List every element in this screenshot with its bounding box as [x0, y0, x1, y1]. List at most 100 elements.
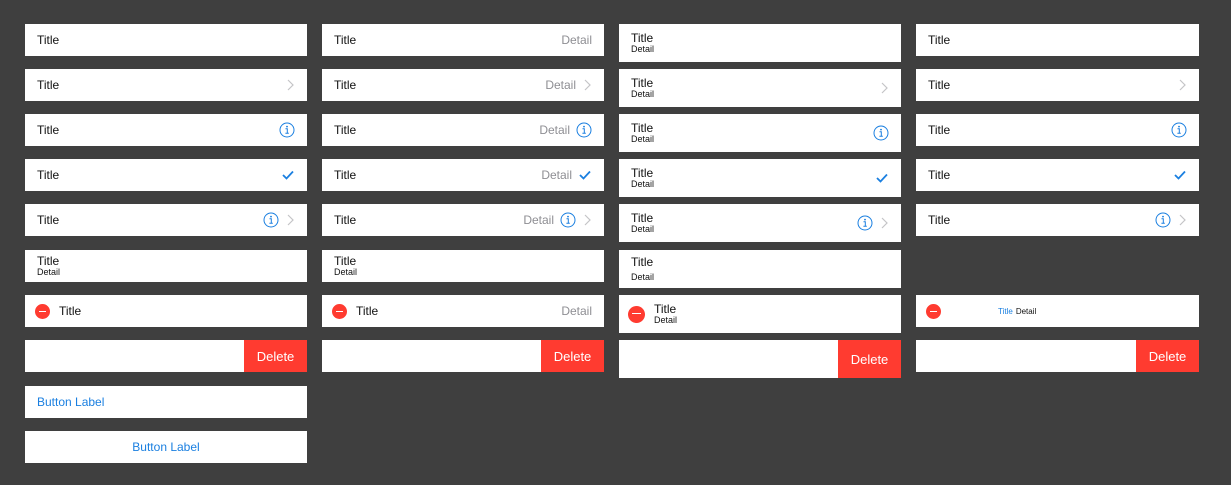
chevron-right-icon [879, 216, 889, 230]
checkmark-icon [1173, 168, 1187, 182]
cell-detail: Detail [561, 304, 592, 318]
checkmark-icon [578, 168, 592, 182]
cell-title: Title [631, 75, 654, 90]
cell-detail: Detail [631, 88, 655, 99]
swipe-delete-cell[interactable]: Delete [916, 340, 1199, 372]
info-icon[interactable] [857, 215, 873, 231]
chevron-right-icon [1177, 213, 1187, 227]
info-icon[interactable] [279, 122, 295, 138]
editing-subtitle-cell[interactable]: Title Detail [619, 295, 901, 333]
cell-title: Title [928, 33, 951, 47]
cell-title: Title [37, 33, 60, 47]
cell-detail: Detail [334, 266, 358, 277]
basic-cell[interactable]: Title [25, 24, 307, 56]
subtitle-cell[interactable]: Title Detail [619, 250, 901, 288]
delete-button[interactable]: Delete [1136, 340, 1199, 372]
delete-control-icon[interactable] [35, 303, 50, 319]
cell-title: Title [356, 304, 379, 318]
right-detail-cell-checkmark[interactable]: Title Detail [322, 159, 604, 191]
cell-text-stack: Title Detail [37, 255, 60, 277]
right-detail-cell-disclosure[interactable]: Title Detail [322, 69, 604, 101]
info-icon[interactable] [576, 122, 592, 138]
info-icon[interactable] [1171, 122, 1187, 138]
chevron-right-icon [582, 78, 592, 92]
checkmark-icon [875, 171, 889, 185]
cell-text-stack: Title Detail [631, 122, 654, 144]
cell-title: Title [59, 304, 82, 318]
cell-detail: Detail [523, 213, 554, 227]
basic-cell-info[interactable]: Title [25, 114, 307, 146]
basic-cell-disclosure[interactable]: Title [25, 69, 307, 101]
subtitle-cell-disclosure[interactable]: Title Detail [619, 69, 901, 107]
cell-title: Title [37, 253, 60, 268]
subtitle-cell-checkmark[interactable]: Title Detail [619, 159, 901, 197]
right-detail-cell[interactable]: Title Detail [322, 24, 604, 56]
editing-cell[interactable]: Title [25, 295, 307, 327]
cell-title: Title [334, 253, 357, 268]
cell-title: Title [631, 30, 654, 45]
delete-control-icon[interactable] [628, 305, 645, 323]
cell-text-inline: Title Detail [998, 307, 1036, 316]
cell-detail: Detail [561, 33, 592, 47]
cell-text-stack: Title Detail [631, 77, 654, 99]
basic-cell-checkmark[interactable]: Title [25, 159, 307, 191]
info-icon[interactable] [1155, 212, 1171, 228]
subtitle-cell[interactable]: Title Detail [322, 250, 604, 282]
editing-left-detail-cell[interactable]: Title Detail [916, 295, 1199, 327]
subtitle-cell-info-disclosure[interactable]: Title Detail [619, 204, 901, 242]
subtitle-cell[interactable]: Title Detail [619, 24, 901, 62]
swipe-delete-cell[interactable]: Delete [322, 340, 604, 372]
left-detail-cell-info-disclosure[interactable]: Title [916, 204, 1199, 236]
info-icon[interactable] [560, 212, 576, 228]
right-detail-cell-info-disclosure[interactable]: Title Detail [322, 204, 604, 236]
info-icon[interactable] [263, 212, 279, 228]
right-detail-cell-info[interactable]: Title Detail [322, 114, 604, 146]
button-cell-left[interactable]: Button Label [25, 386, 307, 418]
swipe-delete-cell[interactable]: Delete [25, 340, 307, 372]
cell-detail: Detail [545, 78, 576, 92]
cell-title: Title [334, 168, 357, 182]
cell-title: Title [37, 78, 60, 92]
checkmark-icon [281, 168, 295, 182]
delete-control-icon[interactable] [926, 303, 941, 319]
cell-text-stack: Title Detail [631, 167, 654, 189]
left-detail-cell-disclosure[interactable]: Title [916, 69, 1199, 101]
info-icon[interactable] [873, 125, 889, 141]
subtitle-cell-info[interactable]: Title Detail [619, 114, 901, 152]
editing-cell[interactable]: Title Detail [322, 295, 604, 327]
cell-detail: Detail [37, 266, 61, 277]
chevron-right-icon [1177, 78, 1187, 92]
swipe-delete-cell[interactable]: Delete [619, 340, 901, 378]
cell-detail: Detail [1015, 306, 1037, 316]
cell-detail: Detail [539, 123, 570, 137]
delete-button[interactable]: Delete [541, 340, 604, 372]
button-label[interactable]: Button Label [132, 440, 199, 454]
cell-detail: Detail [631, 43, 655, 54]
cell-detail: Detail [541, 168, 572, 182]
button-cell-centered[interactable]: Button Label [25, 431, 307, 463]
cell-title: Title [928, 168, 951, 182]
chevron-right-icon [879, 81, 889, 95]
delete-button[interactable]: Delete [838, 340, 901, 378]
cell-title: Title [334, 213, 357, 227]
cell-title: Title [928, 123, 951, 137]
cell-title: Title [334, 33, 357, 47]
cell-title: Title [928, 78, 951, 92]
left-detail-cell[interactable]: Title [916, 24, 1199, 56]
left-detail-cell-checkmark[interactable]: Title [916, 159, 1199, 191]
chevron-right-icon [582, 213, 592, 227]
cell-text-stack: Title Detail [631, 253, 654, 285]
subtitle-cell[interactable]: Title Detail [25, 250, 307, 282]
delete-button[interactable]: Delete [244, 340, 307, 372]
cell-title: Title [37, 123, 60, 137]
left-detail-cell-info[interactable]: Title [916, 114, 1199, 146]
delete-control-icon[interactable] [332, 303, 347, 319]
cell-detail: Detail [631, 223, 655, 234]
cell-title: Title [631, 210, 654, 225]
cell-text-stack: Title Detail [631, 212, 654, 234]
cell-title: Title [631, 255, 654, 270]
button-label[interactable]: Button Label [37, 395, 104, 409]
basic-cell-info-disclosure[interactable]: Title [25, 204, 307, 236]
cell-detail: Detail [631, 272, 655, 283]
cell-title: Title [631, 165, 654, 180]
